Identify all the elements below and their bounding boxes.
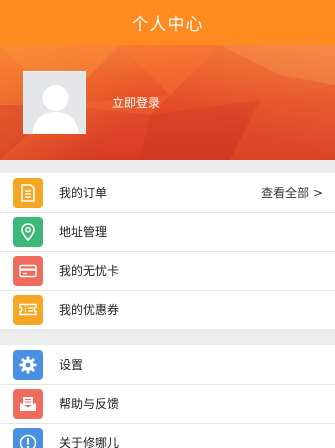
menu-item-label: 关于修哪儿: [59, 436, 120, 448]
menu-item-label: 地址管理: [59, 225, 108, 239]
order-document-icon: [13, 177, 43, 208]
menu-item-label: 设置: [59, 358, 84, 372]
avatar[interactable]: [23, 71, 86, 134]
app-header: 个人中心: [0, 0, 335, 45]
menu-item-label: 我的无忧卡: [59, 264, 120, 278]
menu-item-label: 我的订单: [59, 186, 108, 200]
section-spacer: [0, 329, 335, 345]
menu-item-about[interactable]: 关于修哪儿: [0, 423, 335, 448]
menu-item-address[interactable]: 地址管理: [0, 212, 335, 251]
profile-banner: 立即登录: [0, 45, 335, 160]
menu-item-card[interactable]: 我的无忧卡: [0, 251, 335, 290]
menu-item-coupon[interactable]: 我的优惠券: [0, 290, 335, 329]
login-link[interactable]: 立即登录: [112, 94, 160, 111]
gear-icon: [13, 349, 43, 380]
section-spacer: [0, 160, 335, 173]
menu-item-help-feedback[interactable]: 帮助与反馈: [0, 384, 335, 423]
coupon-icon: [13, 294, 43, 325]
menu-item-settings[interactable]: 设置: [0, 345, 335, 384]
default-avatar-icon: [32, 85, 79, 133]
menu-primary: 我的订单 查看全部 > 地址管理 我的无忧卡 我的优惠券: [0, 173, 335, 329]
page-title: 个人中心: [131, 15, 204, 35]
feedback-envelope-icon: [13, 388, 43, 419]
menu-item-label: 帮助与反馈: [59, 397, 120, 411]
menu-item-orders[interactable]: 我的订单 查看全部 >: [0, 173, 335, 212]
card-icon: [13, 255, 43, 286]
menu-item-label: 我的优惠券: [59, 303, 120, 317]
menu-secondary: 设置 帮助与反馈 关于修哪儿: [0, 345, 335, 448]
view-all-orders-link[interactable]: 查看全部 >: [261, 184, 323, 201]
info-icon: [13, 427, 43, 448]
location-pin-icon: [13, 216, 43, 247]
